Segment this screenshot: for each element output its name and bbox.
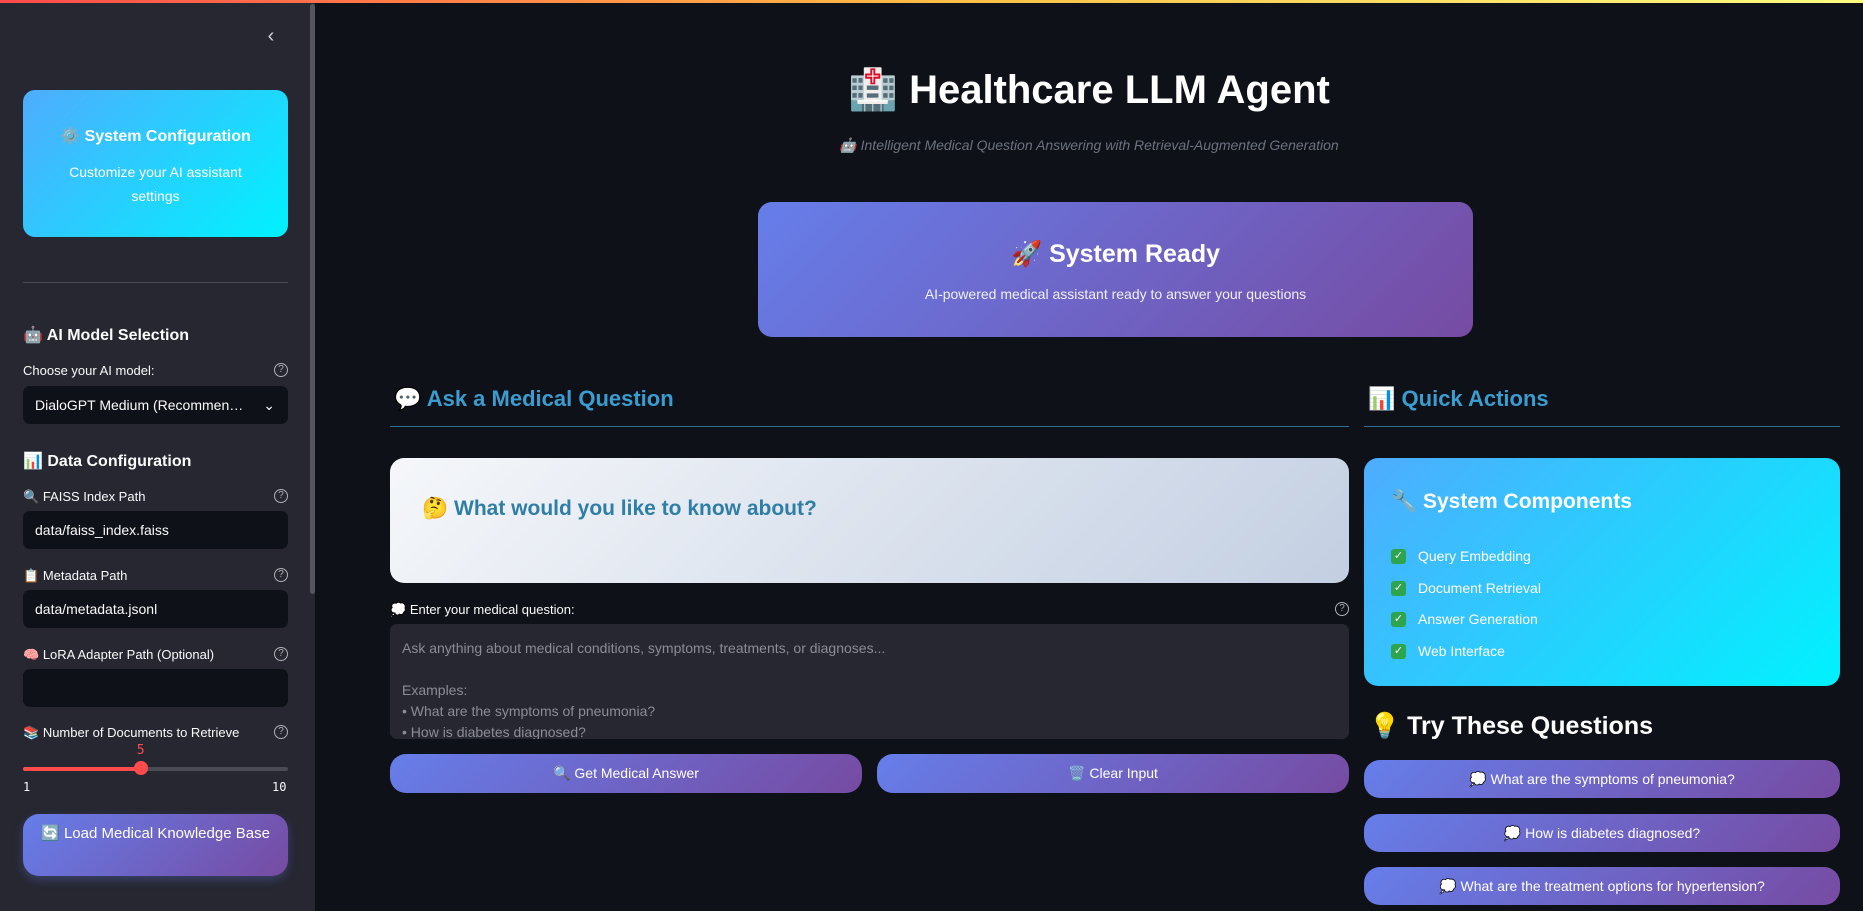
thought-bubble-icon: 💭 (1503, 826, 1522, 842)
page-subtitle: 🤖 Intelligent Medical Question Answering… (839, 137, 1339, 154)
collapse-sidebar-icon[interactable]: ‹ (262, 26, 280, 47)
speech-bubble-icon: 💬 (394, 387, 422, 412)
question-textarea[interactable]: Ask anything about medical conditions, s… (390, 624, 1349, 739)
help-icon[interactable]: ? (274, 647, 288, 661)
config-card-title: ⚙️ System Configuration (60, 126, 251, 145)
help-icon[interactable]: ? (274, 363, 288, 377)
lightbulb-icon: 💡 (1369, 711, 1401, 740)
check-icon: ✓ (1391, 643, 1406, 659)
books-icon: 📚 (23, 726, 40, 741)
magnifier-icon: 🔍 (553, 766, 571, 782)
sidebar-divider (23, 282, 288, 283)
ai-model-heading: 🤖 AI Model Selection (23, 325, 190, 344)
components-title: 🔧 System Components (1391, 489, 1632, 513)
lora-path-input[interactable] (23, 669, 288, 707)
component-item: ✓ Answer Generation (1391, 611, 1538, 627)
ask-prompt-text: 🤔 What would you like to know about? (422, 496, 817, 520)
chevron-down-icon: ⌄ (263, 397, 275, 413)
docs-slider-thumb[interactable] (133, 761, 148, 775)
help-icon[interactable]: ? (274, 568, 288, 582)
chart-icon: 📊 (1368, 387, 1396, 412)
clipboard-icon: 📋 (23, 569, 40, 584)
sample-question-button[interactable]: 💭 How is diabetes diagnosed? (1364, 814, 1840, 852)
model-select-value: DialoGPT Medium (Recommen… (35, 397, 244, 413)
metadata-label: 📋 Metadata Path (23, 568, 128, 584)
faiss-label: 🔍 FAISS Index Path (23, 489, 146, 505)
clear-input-button[interactable]: 🗑️ Clear Input (877, 754, 1349, 793)
rocket-icon: 🚀 (1010, 239, 1043, 268)
help-icon[interactable]: ? (274, 725, 288, 739)
docs-count-label: 📚 Number of Documents to Retrieve (23, 725, 240, 741)
main-content: 🏥 Healthcare LLM Agent 🤖 Intelligent Med… (315, 0, 1863, 911)
placeholder-line: Ask anything about medical conditions, s… (402, 640, 886, 656)
robot-icon: 🤖 (23, 325, 43, 344)
component-item: ✓ Web Interface (1391, 643, 1505, 659)
question-input-label: 💭 Enter your medical question: (390, 602, 575, 618)
brain-icon: 🧠 (23, 648, 40, 663)
docs-slider-min: 1 (23, 780, 31, 794)
sidebar: ‹ ⚙️ System Configuration Customize your… (0, 0, 315, 911)
check-icon: ✓ (1391, 580, 1406, 596)
get-medical-answer-button[interactable]: 🔍 Get Medical Answer (390, 754, 862, 793)
thought-bubble-icon: 💭 (1469, 772, 1487, 788)
model-select-label: Choose your AI model: (23, 363, 155, 378)
wrench-icon: 🔧 (1391, 489, 1418, 513)
thinking-face-icon: 🤔 (422, 496, 449, 520)
help-icon[interactable]: ? (1335, 602, 1349, 616)
placeholder-line: Examples: (402, 682, 468, 698)
quick-actions-divider (1364, 426, 1840, 427)
placeholder-line (402, 659, 1337, 680)
ask-section-divider (390, 426, 1349, 427)
status-title: 🚀 System Ready (1010, 239, 1221, 268)
system-status-card: 🚀 System Ready AI-powered medical assist… (758, 202, 1473, 337)
system-components-card: 🔧 System Components ✓ Query Embedding ✓ … (1364, 458, 1840, 686)
chart-icon: 📊 (23, 451, 43, 470)
data-config-heading: 📊 Data Configuration (23, 451, 192, 470)
docs-slider-value: 5 (136, 743, 145, 758)
component-item: ✓ Document Retrieval (1391, 580, 1541, 596)
docs-slider-track[interactable] (23, 767, 288, 771)
magnifier-icon: 🔍 (23, 490, 40, 505)
quick-actions-heading: 📊 Quick Actions (1368, 386, 1549, 412)
load-knowledge-base-button[interactable]: 🔄 Load Medical Knowledge Base (23, 814, 288, 876)
page-title: 🏥 Healthcare LLM Agent (848, 67, 1330, 113)
metadata-path-input[interactable]: data/metadata.jsonl (23, 590, 288, 628)
sample-question-button[interactable]: 💭 What are the symptoms of pneumonia? (1364, 760, 1840, 798)
docs-slider-max: 10 (272, 780, 287, 794)
hospital-icon: 🏥 (848, 67, 898, 113)
system-configuration-card: ⚙️ System Configuration Customize your A… (23, 90, 288, 237)
lora-label: 🧠 LoRA Adapter Path (Optional) (23, 647, 215, 663)
ask-section-heading: 💬 Ask a Medical Question (394, 386, 674, 412)
sample-question-button[interactable]: 💭 What are the treatment options for hyp… (1364, 867, 1840, 905)
config-card-subtitle: Customize your AI assistant settings (69, 164, 242, 204)
app-top-decoration (0, 0, 1863, 3)
trash-icon: 🗑️ (1068, 766, 1086, 782)
robot-icon: 🤖 (839, 138, 857, 154)
placeholder-line: • How is diabetes diagnosed? (402, 724, 586, 739)
try-questions-heading: 💡 Try These Questions (1369, 711, 1654, 740)
check-icon: ✓ (1391, 548, 1406, 564)
thought-bubble-icon: 💭 (1439, 879, 1457, 895)
thought-bubble-icon: 💭 (390, 603, 407, 618)
check-icon: ✓ (1391, 611, 1406, 627)
docs-slider-fill (23, 767, 141, 771)
placeholder-line: • What are the symptoms of pneumonia? (402, 703, 656, 719)
status-subtitle: AI-powered medical assistant ready to an… (924, 286, 1307, 302)
faiss-path-input[interactable]: data/faiss_index.faiss (23, 511, 288, 549)
model-select[interactable]: DialoGPT Medium (Recommen… ⌄ (23, 386, 288, 424)
refresh-icon: 🔄 (41, 824, 60, 842)
help-icon[interactable]: ? (274, 489, 288, 503)
component-item: ✓ Query Embedding (1391, 548, 1531, 564)
gear-icon: ⚙️ (60, 126, 81, 145)
ask-prompt-card: 🤔 What would you like to know about? (390, 458, 1349, 583)
